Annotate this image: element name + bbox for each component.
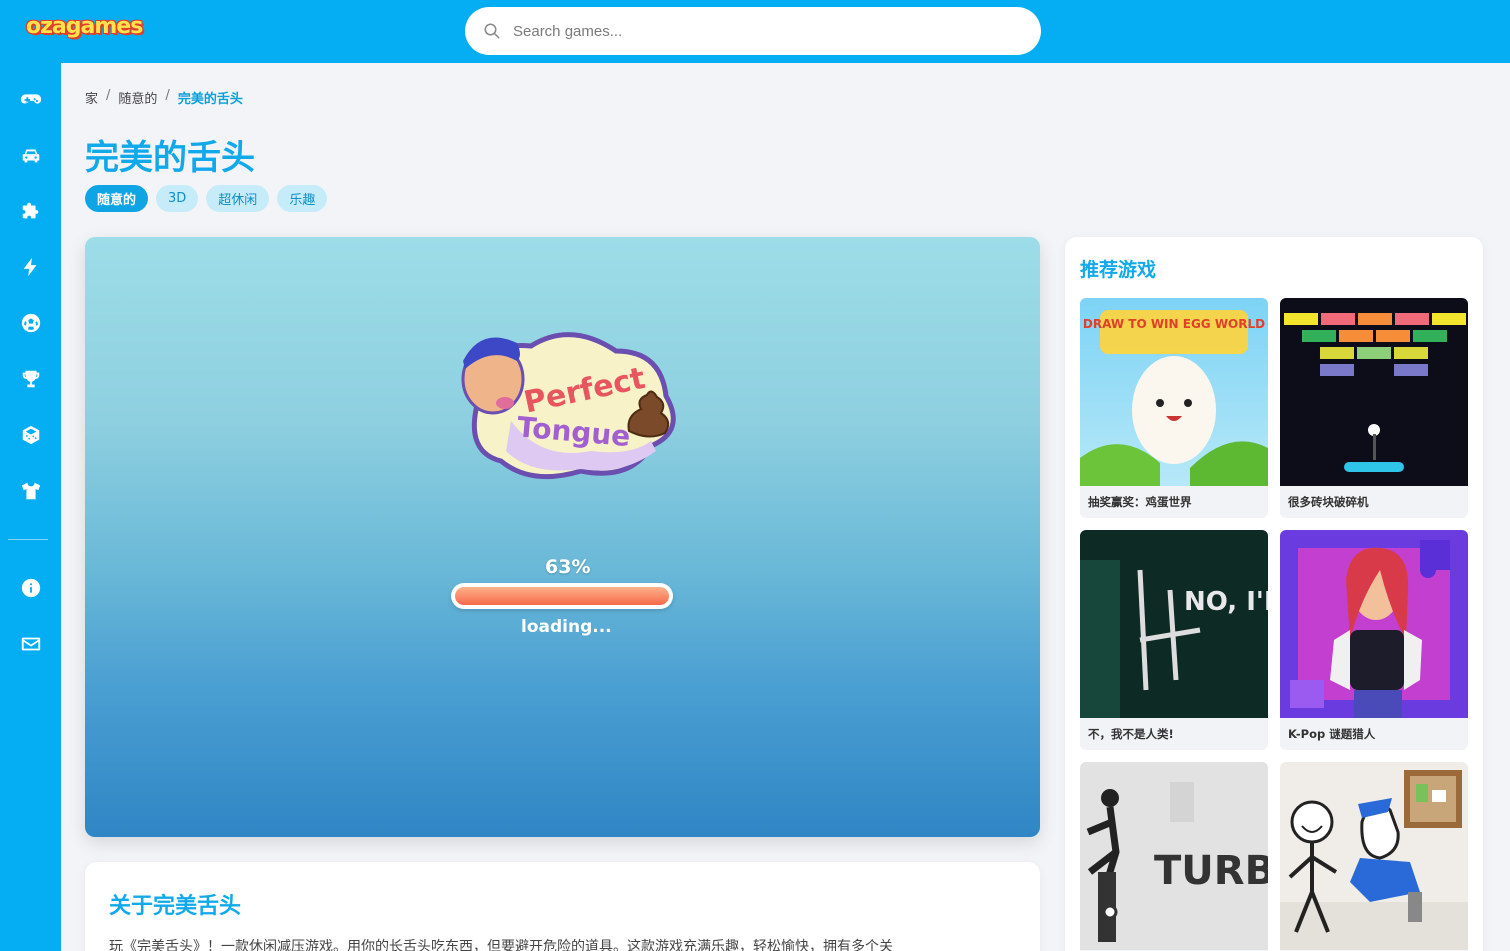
mail-icon	[21, 637, 40, 651]
search-input[interactable]	[513, 19, 1013, 43]
game-card[interactable]: NO, I'M A HUM 不，我不是人类!	[1080, 530, 1268, 750]
gamepad-icon	[20, 94, 41, 104]
sidebar-item-arcade[interactable]	[0, 243, 61, 291]
thumb-text: NO, I'M A HUM	[1184, 587, 1268, 617]
recommended-title: 推荐游戏	[1080, 259, 1157, 281]
info-icon	[21, 578, 40, 598]
about-text: 玩《完美舌头》！一款休闲减压游戏。用你的长舌头吃东西，但要避开危险的道具。这款游…	[109, 939, 893, 951]
soccer-ball-icon	[21, 313, 40, 333]
tag-casual[interactable]: 随意的	[85, 185, 149, 212]
game-card[interactable]: 很多砖块破碎机	[1280, 298, 1468, 518]
breadcrumb: 家 / 随意的 / 完美的舌头	[85, 88, 243, 107]
breadcrumb-home[interactable]: 家	[85, 88, 98, 107]
breadcrumb-separator: /	[165, 88, 170, 103]
thumb-text: DRAW TO WIN EGG WORLD	[1083, 317, 1265, 331]
progress-bar	[451, 583, 673, 609]
game-card-title: 很多砖块破碎机	[1280, 486, 1468, 518]
sidebar-item-trophy[interactable]	[0, 355, 61, 403]
about-section: 关于完美舌头 玩《完美舌头》！一款休闲减压游戏。用你的长舌头吃东西，但要避开危险…	[85, 862, 1040, 951]
sidebar-item-sports[interactable]	[0, 299, 61, 347]
sidebar-divider	[8, 539, 48, 540]
shirt-icon	[21, 482, 40, 500]
progress-percentage: 63%	[545, 556, 591, 578]
sidebar-item-action[interactable]	[0, 75, 61, 123]
sidebar-item-racing[interactable]	[0, 131, 61, 179]
loading-label: loading...	[521, 617, 612, 637]
game-card[interactable]	[1280, 762, 1468, 951]
about-title: 关于完美舌头	[109, 894, 242, 919]
breadcrumb-separator: /	[106, 88, 111, 103]
game-card[interactable]: TURB DISMOUNT	[1080, 762, 1268, 951]
game-frame[interactable]: Perfect Tongue 63% loading...	[85, 237, 1040, 837]
game-logo-image: Perfect Tongue	[461, 332, 676, 480]
game-thumbnail	[1280, 762, 1468, 950]
lightning-icon	[23, 257, 36, 277]
search-box[interactable]	[465, 7, 1041, 55]
breadcrumb-current: 完美的舌头	[177, 92, 243, 107]
sidebar-item-board[interactable]	[0, 411, 61, 459]
sidebar-item-contact[interactable]	[0, 620, 61, 668]
tag-list: 随意的 3D 超休闲 乐趣	[85, 185, 328, 212]
game-thumbnail: TURB DISMOUNT	[1080, 762, 1268, 950]
tag-fun[interactable]: 乐趣	[277, 185, 328, 212]
game-card-title: 抽奖赢奖：鸡蛋世界	[1080, 486, 1268, 518]
progress-fill	[455, 587, 669, 605]
page-title: 完美的舌头	[85, 138, 255, 178]
site-logo[interactable]: ozagames	[26, 14, 143, 39]
puzzle-icon	[22, 202, 38, 219]
game-thumbnail	[1280, 530, 1468, 718]
game-card[interactable]: K-Pop 谜题猎人	[1280, 530, 1468, 750]
game-thumbnail	[1280, 298, 1468, 486]
thumb-text: TURB DISMOUNT	[1154, 848, 1268, 894]
tag-3d[interactable]: 3D	[156, 185, 199, 212]
car-icon	[22, 149, 39, 163]
tag-hypercasual[interactable]: 超休闲	[206, 185, 270, 212]
dice-icon	[22, 425, 39, 445]
game-card-title: K-Pop 谜题猎人	[1280, 718, 1468, 750]
game-card-title: 不，我不是人类!	[1080, 718, 1268, 750]
search-icon	[484, 23, 500, 39]
trophy-icon	[22, 370, 39, 388]
recommended-panel: 推荐游戏 DRAW TO WIN EGG WORLD 抽奖赢奖：鸡蛋世界 很多砖…	[1065, 237, 1483, 951]
game-thumbnail: DRAW TO WIN EGG WORLD	[1080, 298, 1268, 486]
sidebar	[0, 63, 61, 951]
sidebar-item-dressup[interactable]	[0, 467, 61, 515]
game-card[interactable]: DRAW TO WIN EGG WORLD 抽奖赢奖：鸡蛋世界	[1080, 298, 1268, 518]
breadcrumb-category[interactable]: 随意的	[118, 88, 157, 107]
top-bar: ozagames	[0, 0, 1510, 63]
game-thumbnail: NO, I'M A HUM	[1080, 530, 1268, 718]
sidebar-item-puzzle[interactable]	[0, 187, 61, 235]
sidebar-item-about[interactable]	[0, 564, 61, 612]
